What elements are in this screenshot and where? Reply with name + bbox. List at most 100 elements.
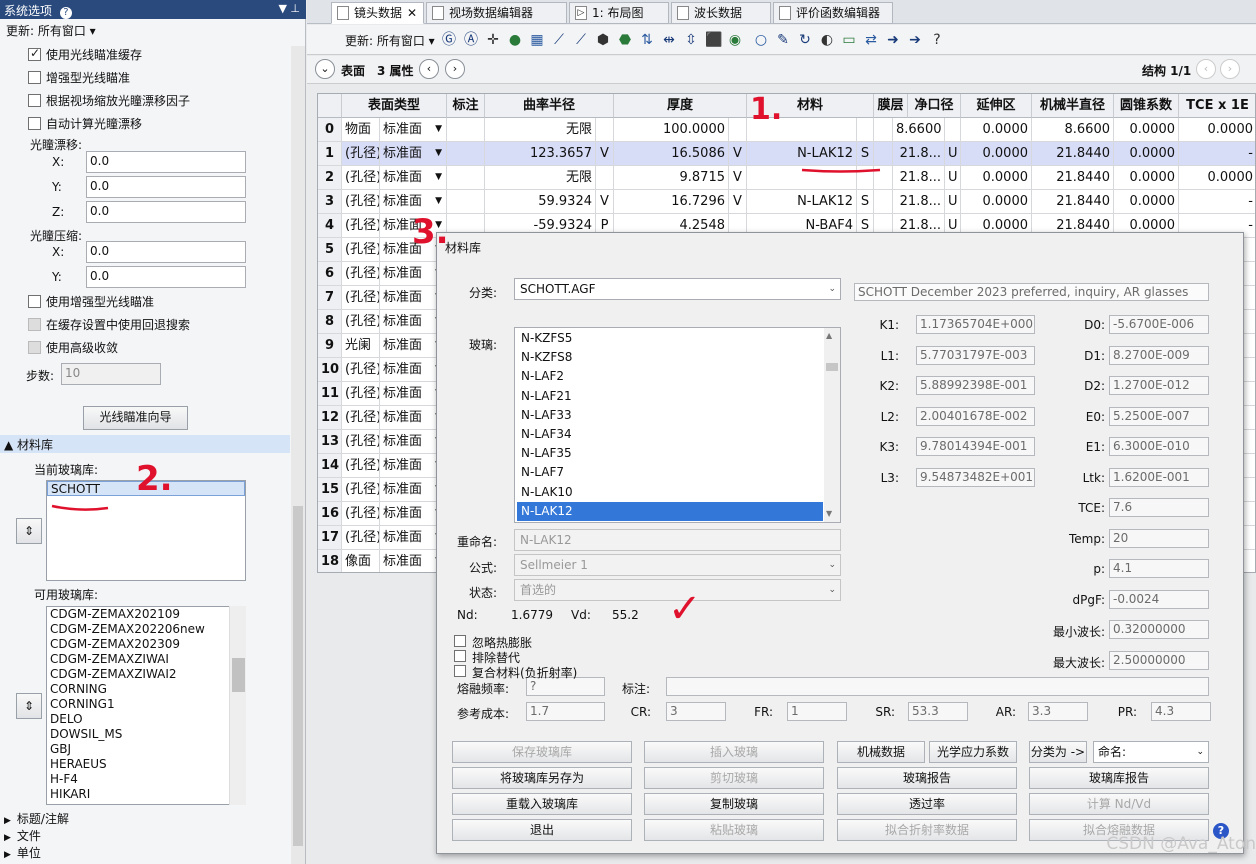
rating-value-0: 3 <box>666 702 726 721</box>
formula-value: Sellmeier 1 <box>520 558 588 572</box>
coef-label-4: K3: <box>879 440 899 454</box>
annotation-check: ✓ <box>668 586 702 632</box>
dialog-button-2-3[interactable]: 计算 Nd/Vd <box>1029 793 1209 815</box>
coef-label-5: L3: <box>880 470 899 485</box>
dialog-button-1-3[interactable]: 玻璃库报告 <box>1029 767 1209 789</box>
dialog-button-0-5[interactable]: 命名: ⌄ <box>1093 741 1209 763</box>
glass-item[interactable]: N-KZFS5 <box>517 329 823 348</box>
dialog-button-1-2[interactable]: 玻璃报告 <box>837 767 1017 789</box>
coef-right-value-0: -5.6700E-006 <box>1109 315 1209 334</box>
coef-label-1: L1: <box>880 348 899 363</box>
coef-value-4: 9.78014394E-001 <box>916 437 1035 456</box>
coef-right-value-11: 2.50000000 <box>1109 650 1209 670</box>
coef-right-label-4: E1: <box>1085 440 1105 454</box>
coef-right-value-6: 7.6 <box>1109 498 1209 517</box>
glass-item[interactable]: N-LAF7 <box>517 463 823 482</box>
annotation-2: 2. <box>136 459 173 499</box>
rating-label-2: SR: <box>875 705 895 719</box>
coef-value-2: 5.88992398E-001 <box>916 376 1035 395</box>
status-value: 首选的 <box>520 583 557 597</box>
coef-right-label-9: dPgF: <box>1072 592 1105 607</box>
dialog-button-0-2[interactable]: 机械数据 <box>837 741 925 763</box>
dialog-button-0-0[interactable]: 保存玻璃库 <box>452 741 632 763</box>
category-label: 分类: <box>468 286 497 300</box>
coef-value-1: 5.77031797E-003 <box>916 345 1035 365</box>
dialog-button-1-0[interactable]: 将玻璃库另存为 <box>452 767 632 789</box>
rating-label-1: FR: <box>754 705 773 719</box>
nd-label: Nd: <box>457 608 478 622</box>
coef-right-label-6: TCE: <box>1078 501 1105 515</box>
status-label: 状态: <box>468 586 497 600</box>
cost-label: 参考成本: <box>456 707 509 721</box>
coef-label-0: K1: <box>879 318 899 332</box>
coef-right-value-9: -0.0024 <box>1109 589 1209 609</box>
rating-value-3: 3.3 <box>1028 702 1088 721</box>
formula-dropdown[interactable]: Sellmeier 1 ⌄ <box>514 554 841 576</box>
glass-item[interactable]: N-LAF34 <box>517 425 823 444</box>
melt-label: 熔融频率: <box>456 682 509 696</box>
glass-item[interactable]: N-KZFS8 <box>517 348 823 367</box>
glass-item[interactable]: N-LAF33 <box>517 406 823 425</box>
dialog-button-0-4[interactable]: 分类为 -> <box>1029 741 1087 763</box>
dialog-button-3-0[interactable]: 退出 <box>452 819 632 841</box>
glass-item[interactable]: N-LAK12 <box>517 501 823 521</box>
nd-value: 1.6779 <box>511 608 553 622</box>
coef-right-value-4: 6.3000E-010 <box>1109 437 1209 456</box>
rating-value-2: 53.3 <box>908 702 968 721</box>
option-checkbox-2[interactable] <box>454 665 466 677</box>
coef-right-label-1: D1: <box>1084 348 1105 363</box>
rename-label: 重命名: <box>456 535 497 549</box>
coef-right-label-0: D0: <box>1084 318 1105 332</box>
vd-label: Vd: <box>571 608 591 622</box>
vd-value: 55.2 <box>612 608 639 622</box>
rating-label-4: PR: <box>1117 705 1137 719</box>
option-checkbox-1[interactable] <box>454 650 466 662</box>
coef-right-value-2: 1.2700E-012 <box>1109 376 1209 395</box>
coef-right-label-2: D2: <box>1084 379 1105 393</box>
glass-item[interactable]: N-LAK10 <box>517 483 823 502</box>
coef-right-label-3: E0: <box>1085 409 1105 424</box>
category-dropdown[interactable]: SCHOTT.AGF ⌄ <box>514 278 841 300</box>
glass-item[interactable]: N-LAF21 <box>517 387 823 406</box>
option-checkbox-0[interactable] <box>454 635 466 647</box>
name-dropdown-arrow-icon: ⌄ <box>1196 747 1204 757</box>
dialog-button-0-1[interactable]: 插入玻璃 <box>644 741 824 763</box>
glass-item[interactable]: N-LAF35 <box>517 444 823 463</box>
coef-right-label-7: Temp: <box>1068 531 1105 546</box>
coef-right-value-5: 1.6200E-001 <box>1109 467 1209 487</box>
dialog-button-2-0[interactable]: 重载入玻璃库 <box>452 793 632 815</box>
dialog-button-3-1[interactable]: 粘贴玻璃 <box>644 819 824 841</box>
coef-value-0: 1.17365704E+000 <box>916 315 1035 334</box>
dialog-button-3-2[interactable]: 拟合折射率数据 <box>837 819 1017 841</box>
glass-list-scrollbar[interactable]: ▲ ▼ <box>824 328 840 522</box>
dialog-button-2-1[interactable]: 复制玻璃 <box>644 793 824 815</box>
underline-material <box>801 168 881 173</box>
dialog-button-2-2[interactable]: 透过率 <box>837 793 1017 815</box>
underline-schott <box>51 504 109 511</box>
coef-label-2: K2: <box>879 379 899 393</box>
coef-right-value-1: 8.2700E-009 <box>1109 345 1209 365</box>
note-label: 标注: <box>622 682 651 696</box>
rating-label-3: AR: <box>995 705 1016 719</box>
rename-input[interactable]: N-LAK12 <box>514 529 841 551</box>
coef-value-5: 9.54873482E+001 <box>916 467 1035 487</box>
catalog-description: SCHOTT December 2023 preferred, inquiry,… <box>854 283 1209 301</box>
dialog-button-0-3[interactable]: 光学应力系数 <box>929 741 1017 763</box>
note-input[interactable] <box>666 677 1209 696</box>
rating-value-1: 1 <box>787 702 847 721</box>
category-value: SCHOTT.AGF <box>520 282 596 296</box>
formula-label: 公式: <box>468 561 497 575</box>
cost-value: 1.7 <box>526 702 605 721</box>
glass-label: 玻璃: <box>468 338 497 352</box>
glass-list[interactable]: N-KZFS5 N-KZFS8 N-LAF2 N-LAF21 N-LAF33 N-LAF3… <box>514 327 841 523</box>
coef-right-value-3: 5.2500E-007 <box>1109 406 1209 426</box>
dialog-button-1-1[interactable]: 剪切玻璃 <box>644 767 824 789</box>
annotation-1: 1. <box>750 92 783 127</box>
option-label-2: 复合材料(负折射率) <box>472 666 578 680</box>
coef-value-3: 2.00401678E-002 <box>916 406 1035 426</box>
glass-item[interactable]: N-LAF2 <box>517 367 823 386</box>
watermark: CSDN @Ava_Aton <box>1106 834 1256 854</box>
coef-right-value-7: 20 <box>1109 528 1209 548</box>
coef-right-label-8: p: <box>1093 562 1105 576</box>
coef-label-3: L2: <box>880 409 899 424</box>
